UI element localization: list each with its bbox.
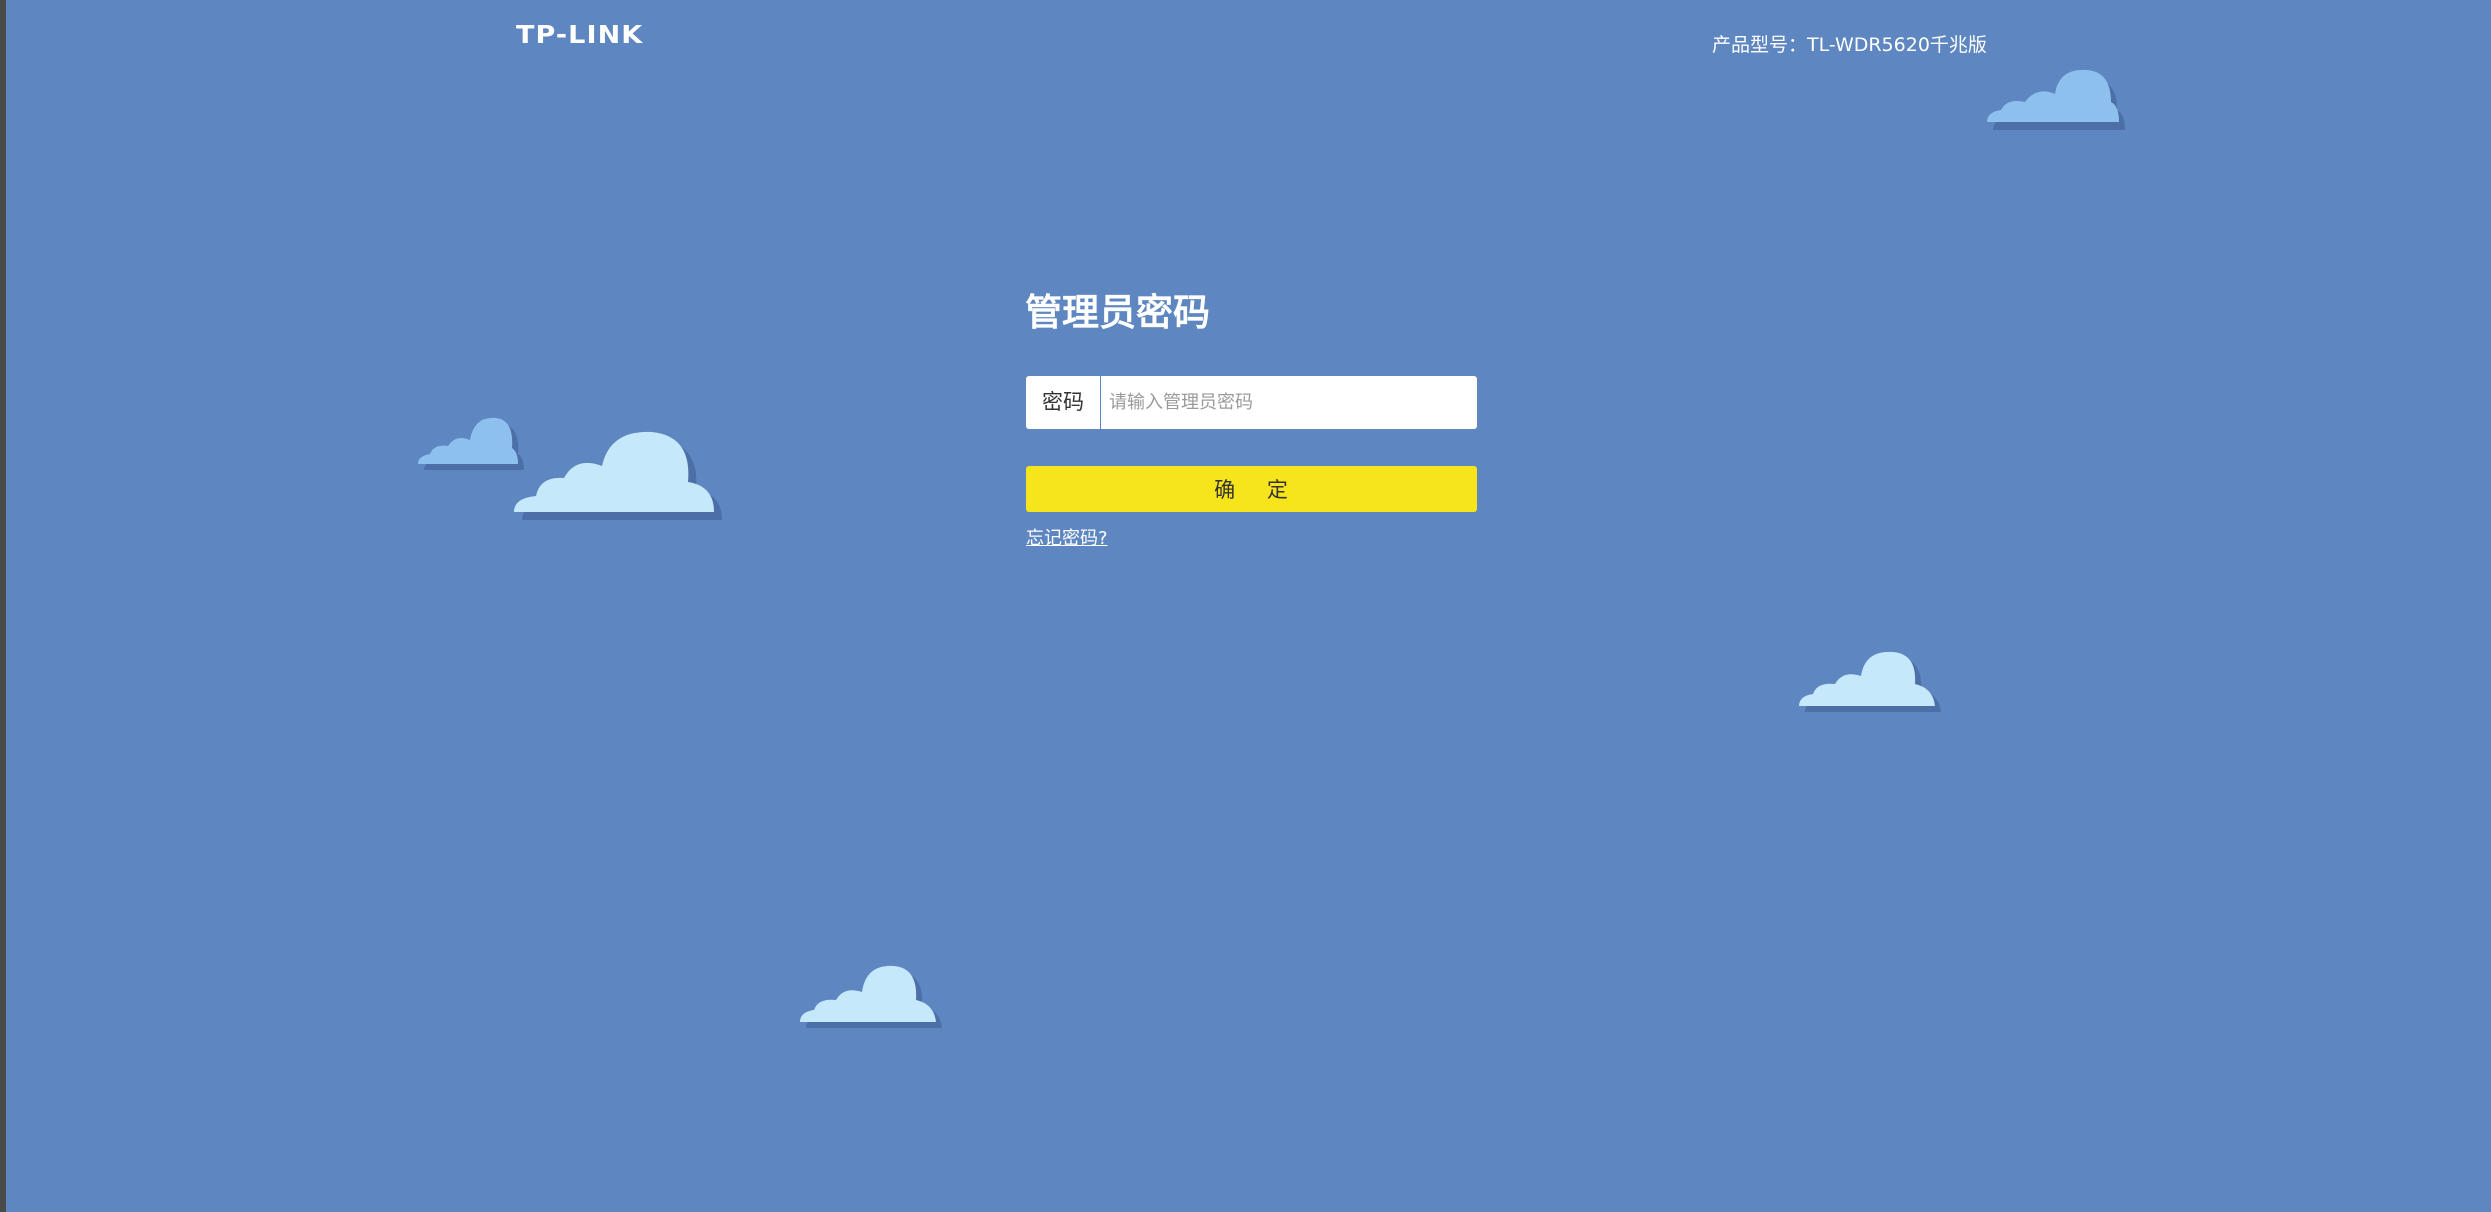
cloud-icon (1799, 651, 1941, 712)
cloud-icon (514, 431, 722, 520)
password-label: 密码 (1026, 376, 1101, 429)
forgot-password-link[interactable]: 忘记密码? (1026, 524, 1108, 550)
product-model-label: 产品型号：TL-WDR5620千兆版 (1712, 34, 1987, 56)
login-page: TP-LINK 产品型号：TL-WDR5620千兆版 管理员密码 密码 确 定 … (6, 0, 2491, 1212)
password-input[interactable] (1101, 377, 1477, 428)
cloud-icon (418, 417, 524, 470)
cloud-icon (800, 965, 942, 1028)
page-title: 管理员密码 (1025, 291, 1210, 334)
password-field-group: 密码 (1026, 376, 1477, 429)
confirm-button[interactable]: 确 定 (1026, 466, 1477, 512)
tplink-logo: TP-LINK (516, 20, 644, 49)
cloud-icon (1987, 69, 2125, 130)
